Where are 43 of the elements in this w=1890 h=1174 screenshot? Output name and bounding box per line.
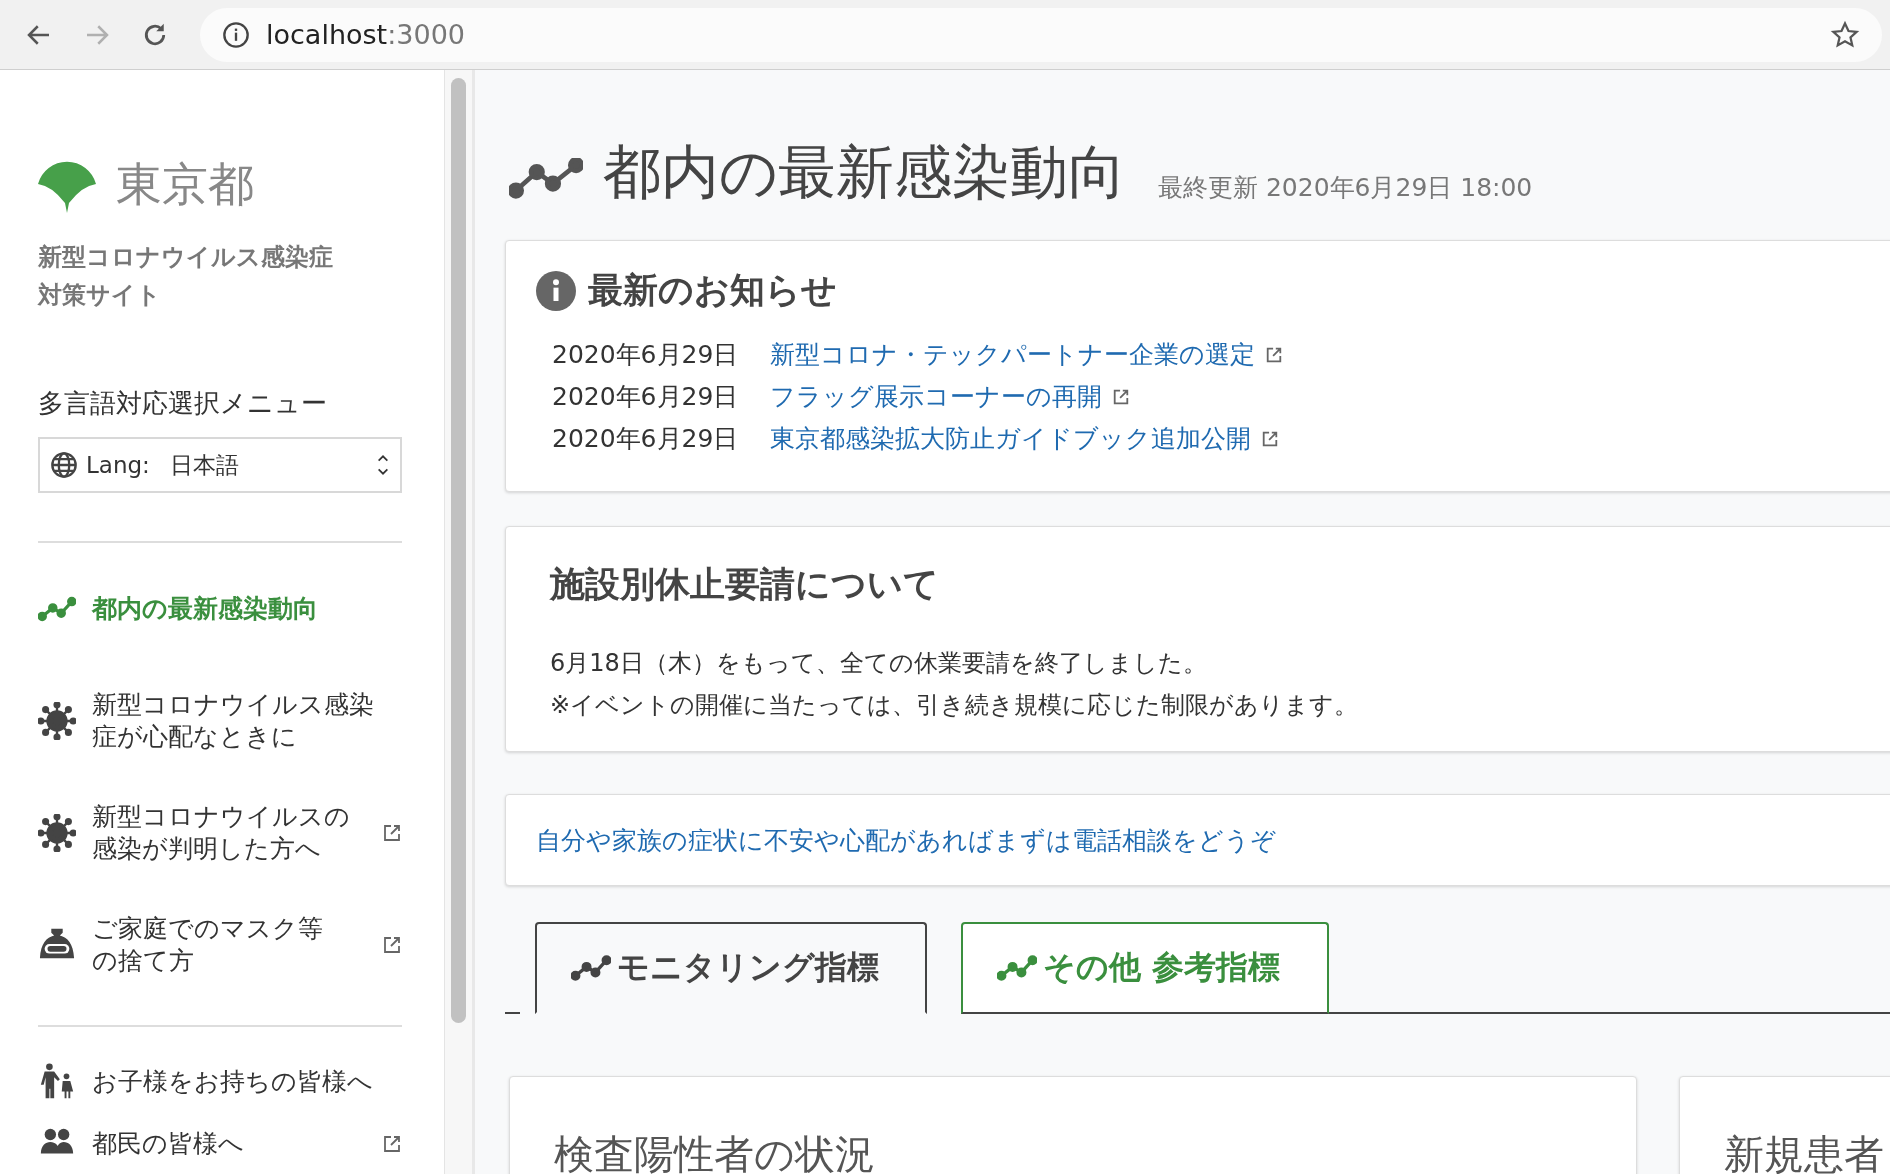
trend-line-icon — [997, 954, 1037, 982]
parent-and-child-icon — [38, 1063, 76, 1101]
news-title: 最新のお知らせ — [588, 269, 837, 312]
virus-icon — [38, 814, 76, 852]
tab[interactable]: その他 参考指標 — [961, 922, 1329, 1014]
info-icon[interactable] — [222, 20, 250, 49]
language-select[interactable]: Lang: 日本語 — [38, 437, 402, 493]
address-bar[interactable]: localhost:3000 — [200, 7, 1882, 62]
card-title: 新規患者 — [1724, 1131, 1884, 1174]
tab[interactable]: モニタリング指標 — [535, 922, 927, 1014]
info-icon — [536, 270, 576, 311]
site-title: 新型コロナウイルス感染症 対策サイト — [38, 242, 334, 311]
sidebar-nav-item[interactable]: お子様をお持ちの皆様へ — [38, 1061, 402, 1103]
sidebar-nav-item[interactable]: ご家庭でのマスク等 の捨て方 — [38, 913, 402, 977]
external-link-icon — [1265, 346, 1283, 364]
news-link[interactable]: フラッグ展示コーナーの再開 — [770, 376, 1102, 418]
sidebar-nav-item[interactable]: 新型コロナウイルス感染 症が心配なときに — [38, 689, 402, 753]
last-updated-text: 最終更新 2020年6月29日 18:00 — [1158, 172, 1533, 204]
logo-text: 東京都 — [116, 156, 254, 213]
card-title: 検査陽性者の状況 — [554, 1131, 875, 1174]
url-text: localhost:3000 — [266, 19, 466, 50]
news-link[interactable]: 新型コロナ・テックパートナー企業の選定 — [770, 334, 1255, 376]
external-link-icon — [1261, 430, 1279, 448]
news-date: 2020年6月29日 — [552, 423, 740, 455]
news-date: 2020年6月29日 — [552, 381, 740, 413]
up-down-chevron-icon — [376, 453, 390, 477]
scrollbar-thumb[interactable] — [451, 78, 466, 1023]
notice-text: 6月18日（木）をもって、全ての休業要請を終了しました。 ※イベントの開催に当たっては、引き続き規模に応じた制限があります。 — [550, 648, 1360, 721]
sidebar-nav-item[interactable]: 新型コロナウイルスの 感染が判明した方へ — [38, 801, 402, 865]
sidebar-nav-item[interactable]: 都内の最新感染動向 — [38, 577, 402, 641]
virus-icon — [38, 702, 76, 740]
trend-line-icon — [571, 954, 611, 982]
sidebar-nav-item[interactable]: 都民の皆様へ — [38, 1123, 402, 1165]
language-menu-label: 多言語対応選択メニュー — [38, 387, 328, 420]
bookmark-star-icon[interactable] — [1830, 19, 1860, 50]
notice-title: 施設別休止要請について — [550, 563, 940, 606]
external-link-icon — [1112, 388, 1130, 406]
trend-line-icon — [509, 158, 583, 200]
phone-consult-link[interactable]: 自分や家族の症状に不安や心配があればまずは電話相談をどうぞ — [536, 823, 1276, 857]
news-date: 2020年6月29日 — [552, 339, 740, 371]
globe-icon — [50, 451, 78, 479]
page-heading: 都内の最新感染動向 — [603, 137, 1126, 208]
news-link[interactable]: 東京都感染拡大防止ガイドブック追加公開 — [770, 418, 1251, 460]
